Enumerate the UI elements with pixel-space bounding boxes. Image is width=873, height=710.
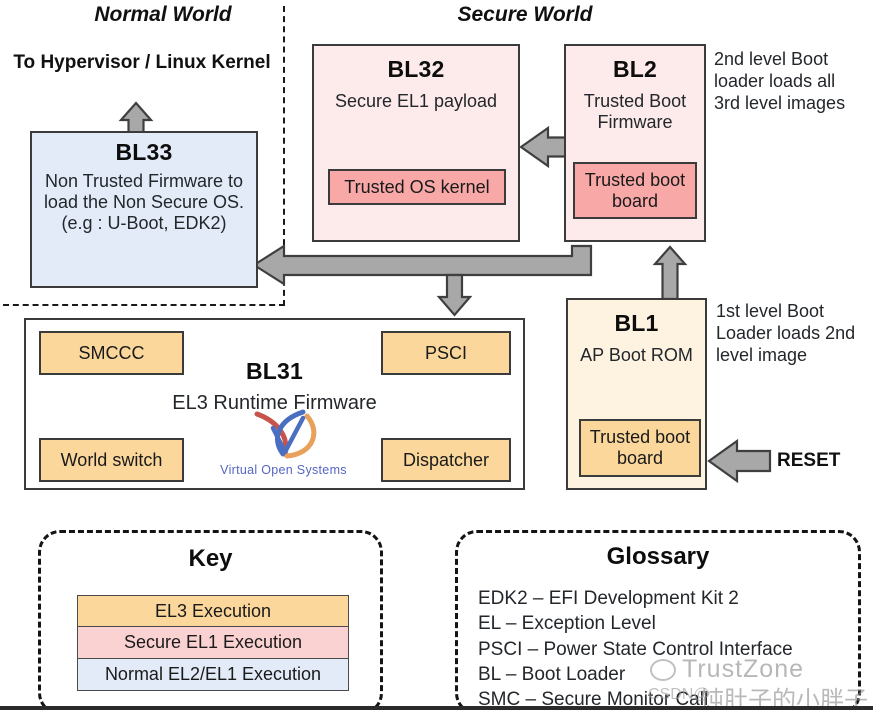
secure-world-title: Secure World — [457, 3, 593, 26]
bl31-chip-psci: PSCI — [381, 331, 511, 375]
bl2-subtitle: Trusted Boot Firmware — [583, 91, 687, 133]
bl2-box: BL2 Trusted Boot Firmware Trusted boot b… — [564, 44, 706, 242]
key-panel: Key EL3 Execution Secure EL1 Execution N… — [38, 530, 383, 710]
arrow-bl1-to-bl2 — [652, 245, 688, 301]
bl1-title: BL1 — [614, 310, 659, 336]
bl33-box: BL33 Non Trusted Firmware to load the No… — [30, 131, 258, 288]
key-row-normal-el2-el1: Normal EL2/EL1 Execution — [77, 657, 349, 691]
virtual-open-systems-logo: Virtual Open Systems — [211, 408, 356, 477]
to-hypervisor-label: To Hypervisor / Linux Kernel — [13, 52, 271, 73]
bl2-title: BL2 — [612, 56, 658, 82]
glossary-item: EDK2 – EFI Development Kit 2 — [478, 588, 739, 609]
bl2-note: 2nd level Boot loader loads all 3rd leve… — [714, 49, 846, 114]
arrow-bl2-to-bl32 — [519, 125, 572, 169]
bl31-chip-dispatcher: Dispatcher — [381, 438, 511, 482]
arrow-reset-to-bl1 — [707, 438, 772, 484]
bl31-chip-world-switch: World switch — [39, 438, 184, 482]
bl31-chip-smccc: SMCCC — [39, 331, 184, 375]
arrow-to-bl31 — [436, 273, 473, 317]
world-divider-vertical — [283, 6, 285, 306]
bl32-subtitle: Secure EL1 payload — [334, 91, 498, 111]
bl31-box: BL31 EL3 Runtime Firmware SMCCC PSCI Wor… — [24, 318, 525, 490]
diagram-canvas: Normal World Secure World To Hypervisor … — [0, 0, 873, 710]
key-row-secure-el1: Secure EL1 Execution — [77, 626, 349, 660]
bottom-crop-bar — [0, 706, 873, 710]
bl2-trusted-boot-board-chip: Trusted boot board — [573, 162, 697, 219]
bl1-subtitle: AP Boot ROM — [580, 345, 693, 365]
bl32-title: BL32 — [387, 56, 445, 82]
bl33-subtitle: Non Trusted Firmware to load the Non Sec… — [43, 171, 245, 234]
glossary-item: EL – Exception Level — [478, 613, 656, 635]
glossary-list: EDK2 – EFI Development Kit 2 EL – Except… — [478, 586, 848, 710]
bl1-box: BL1 AP Boot ROM Trusted boot board — [566, 298, 707, 490]
glossary-item: BL – Boot Loader — [478, 663, 626, 685]
reset-label: RESET — [777, 450, 841, 471]
glossary-panel: Glossary EDK2 – EFI Development Kit 2 EL… — [455, 530, 861, 710]
glossary-item: PSCI – Power State Control Interface — [478, 638, 793, 660]
vos-logo-text: Virtual Open Systems — [220, 463, 347, 477]
bl33-title: BL33 — [115, 139, 173, 165]
glossary-panel-title: Glossary — [606, 543, 710, 570]
vos-mark-icon — [254, 409, 316, 459]
bl1-note: 1st level Boot Loader loads 2nd level im… — [716, 301, 856, 366]
bl1-trusted-boot-board-chip: Trusted boot board — [579, 419, 701, 477]
arrow-bl2-to-bl33 — [251, 244, 593, 286]
world-divider-horizontal — [3, 304, 285, 306]
normal-world-title: Normal World — [94, 3, 232, 26]
key-panel-title: Key — [188, 545, 233, 572]
bl32-trusted-os-kernel-chip: Trusted OS kernel — [328, 169, 506, 205]
key-row-el3: EL3 Execution — [77, 595, 349, 628]
bl32-box: BL32 Secure EL1 payload Trusted OS kerne… — [312, 44, 520, 242]
